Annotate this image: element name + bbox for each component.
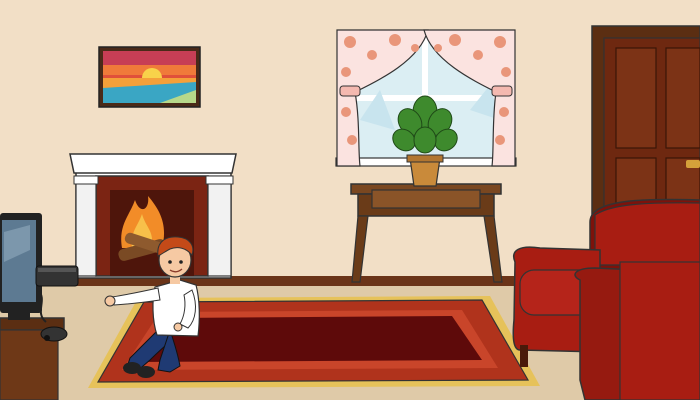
game-console	[35, 265, 79, 287]
television	[0, 213, 42, 320]
fireplace	[69, 153, 237, 279]
living-room-scene	[0, 0, 700, 400]
sunset-painting	[98, 46, 201, 108]
